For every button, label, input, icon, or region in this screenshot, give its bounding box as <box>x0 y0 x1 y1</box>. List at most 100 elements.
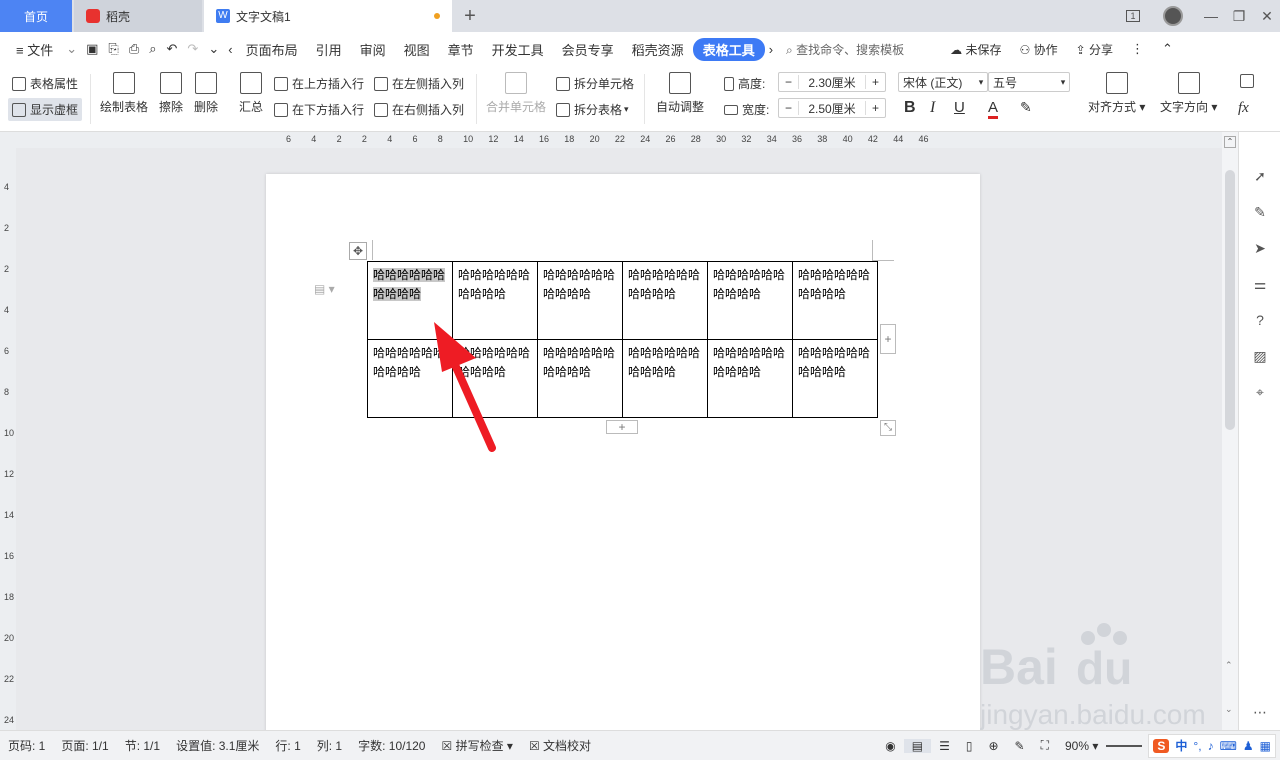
table-cell[interactable]: 哈哈哈哈哈哈哈哈哈哈 <box>622 261 708 340</box>
delete-button[interactable]: 删除 <box>194 72 218 115</box>
font-color-button[interactable]: A <box>988 99 999 119</box>
fit-page-icon[interactable]: ⛶ <box>1033 738 1057 753</box>
width-value[interactable]: 2.50厘米 <box>799 100 865 117</box>
unsaved-button[interactable]: ☁ 未保存 <box>941 41 1010 58</box>
vertical-ruler[interactable]: 4 2 2 4 6 8 10 12 14 16 18 20 22 24 <box>0 148 16 730</box>
width-increase-button[interactable]: + <box>865 101 885 115</box>
collapse-ribbon-icon[interactable]: ⌃ <box>1153 41 1182 57</box>
document-page[interactable]: ✥ ▤ ▾ 哈哈哈哈哈哈哈哈哈哈 哈哈哈哈哈哈哈哈哈哈 哈哈哈哈哈哈哈哈哈哈 哈哈哈哈… <box>266 174 980 730</box>
insert-col-left-button[interactable]: 在左侧插入列 <box>374 75 464 92</box>
text-direction-button[interactable]: 文字方向 ▾ <box>1160 72 1217 115</box>
location-icon[interactable]: ⌖ <box>1251 384 1269 402</box>
reading-view-icon[interactable]: ▯ <box>958 739 981 753</box>
avatar[interactable] <box>1158 0 1188 32</box>
scrollbar-thumb[interactable] <box>1225 170 1235 430</box>
image-icon[interactable]: ▨ <box>1251 348 1269 366</box>
menu-item-chapter[interactable]: 章节 <box>439 40 483 59</box>
menu-item-review[interactable]: 审阅 <box>351 40 395 59</box>
share-button[interactable]: ⇪ 分享 <box>1067 41 1122 58</box>
align-button[interactable]: 对齐方式 ▾ <box>1088 72 1145 115</box>
eye-protect-icon[interactable]: ◉ <box>877 739 903 753</box>
menu-item-references[interactable]: 引用 <box>307 40 351 59</box>
rocket-icon[interactable]: ➚ <box>1251 168 1269 186</box>
tab-home[interactable]: 首页 <box>0 0 72 32</box>
table-cell[interactable]: 哈哈哈哈哈哈哈哈哈哈 <box>707 261 793 340</box>
height-value[interactable]: 2.30厘米 <box>799 74 865 91</box>
italic-button[interactable]: I <box>930 99 935 117</box>
chevron-down-icon[interactable]: ⌄ <box>62 41 81 57</box>
search-command[interactable]: ⌕ 查找命令、搜索模板 <box>777 41 913 58</box>
undo-icon[interactable]: ↶ <box>162 41 183 57</box>
more-options-icon[interactable]: ⋮ <box>1122 41 1153 57</box>
bold-button[interactable]: B <box>904 99 916 117</box>
menu-item-developer[interactable]: 开发工具 <box>483 40 553 59</box>
document-canvas[interactable]: ✥ ▤ ▾ 哈哈哈哈哈哈哈哈哈哈 哈哈哈哈哈哈哈哈哈哈 哈哈哈哈哈哈哈哈哈哈 哈哈哈哈… <box>16 148 1222 730</box>
table-cell[interactable]: 哈哈哈哈哈哈哈哈哈哈 <box>367 339 453 418</box>
summary-button[interactable]: 汇总 <box>239 72 263 115</box>
insert-row-above-button[interactable]: 在上方插入行 <box>274 75 364 92</box>
scroll-right-icon[interactable]: › <box>765 42 777 57</box>
tab-document[interactable]: W 文字文稿1 <box>204 0 452 32</box>
height-stepper[interactable]: − 2.30厘米 + <box>778 72 886 92</box>
scroll-up-icon[interactable]: ⌃ <box>1224 136 1236 148</box>
split-table-button[interactable]: 拆分表格 ▾ <box>556 101 629 118</box>
restore-button[interactable]: ❐ <box>1224 0 1254 32</box>
preview-icon[interactable]: ⌕ <box>144 41 161 57</box>
paragraph-marker-icon[interactable]: ▤ ▾ <box>314 282 335 296</box>
doc-proof-button[interactable]: ☒ 文档校对 <box>521 737 599 754</box>
font-select[interactable]: 宋体 (正文) ▾ <box>898 72 988 92</box>
status-setting[interactable]: 设置值: 3.1厘米 <box>168 737 267 754</box>
merge-cells-button[interactable]: 合并单元格 <box>486 72 546 115</box>
ime-bar[interactable]: S 中 °, ♪ ⌨ ♟ ▦ <box>1148 733 1276 758</box>
height-decrease-button[interactable]: − <box>779 75 799 89</box>
add-column-button[interactable]: + <box>880 324 896 354</box>
auto-adjust-button[interactable]: 自动调整 <box>656 72 704 115</box>
status-col[interactable]: 列: 1 <box>309 737 350 754</box>
tab-daoke[interactable]: 稻壳 <box>74 0 202 32</box>
insert-row-below-button[interactable]: 在下方插入行 <box>274 101 364 118</box>
table-cell[interactable]: 哈哈哈哈哈哈哈哈哈哈 <box>622 339 708 418</box>
width-stepper[interactable]: − 2.50厘米 + <box>778 98 886 118</box>
more-options-icon[interactable]: ⋯ <box>1251 704 1269 722</box>
table-cell[interactable]: 哈哈哈哈哈哈哈哈哈哈 <box>792 261 878 340</box>
menu-item-view[interactable]: 视图 <box>395 40 439 59</box>
page-view-icon[interactable]: ▤ <box>903 738 932 753</box>
highlight-icon[interactable]: ✎ <box>1020 99 1032 116</box>
status-section[interactable]: 节: 1/1 <box>117 737 168 754</box>
menu-item-page-layout[interactable]: 页面布局 <box>237 40 307 59</box>
table-resize-handle-icon[interactable]: ⤡ <box>880 420 896 436</box>
help-icon[interactable]: ? <box>1251 312 1269 330</box>
outline-view-icon[interactable]: ☰ <box>931 739 958 753</box>
print-icon[interactable]: ⎙ <box>124 41 144 57</box>
insert-col-right-button[interactable]: 在右侧插入列 <box>374 101 464 118</box>
sliders-icon[interactable]: ⚌ <box>1251 276 1269 294</box>
scroll-next-page-icon[interactable]: ⌄ <box>1225 704 1233 715</box>
table-move-handle-icon[interactable]: ✥ <box>349 242 367 260</box>
more-icon[interactable]: ⌄ <box>203 41 224 57</box>
new-tab-button[interactable]: + <box>452 0 488 32</box>
redo-icon[interactable]: ↷ <box>182 41 203 57</box>
table-cell[interactable]: 哈哈哈哈哈哈哈哈哈哈 <box>452 339 538 418</box>
draw-table-button[interactable]: 绘制表格 <box>100 72 148 115</box>
underline-button[interactable]: U <box>954 99 965 116</box>
width-decrease-button[interactable]: − <box>779 101 799 115</box>
status-row[interactable]: 行: 1 <box>267 737 308 754</box>
add-row-button[interactable]: + <box>606 420 638 434</box>
web-view-icon[interactable]: ⊕ <box>980 739 1006 753</box>
zoom-level[interactable]: 90% ▾ <box>1057 739 1106 753</box>
erase-button[interactable]: 擦除 <box>159 72 183 115</box>
status-words[interactable]: 字数: 10/120 <box>350 737 433 754</box>
window-counter[interactable]: 1 <box>1118 0 1148 32</box>
menu-file[interactable]: ≡ 文件 <box>0 40 62 59</box>
height-increase-button[interactable]: + <box>865 75 885 89</box>
minimize-button[interactable]: — <box>1196 0 1226 32</box>
menu-item-daoke[interactable]: 稻壳资源 <box>623 40 693 59</box>
status-pages[interactable]: 页面: 1/1 <box>53 737 116 754</box>
vertical-scrollbar[interactable]: ⌃ ⌃ ⌄ <box>1222 132 1238 730</box>
table-cell[interactable]: 哈哈哈哈哈哈哈哈哈哈 <box>792 339 878 418</box>
cursor-icon[interactable]: ➤ <box>1251 240 1269 258</box>
table-cell[interactable]: 哈哈哈哈哈哈哈哈哈哈 <box>707 339 793 418</box>
scroll-prev-page-icon[interactable]: ⌃ <box>1225 660 1233 671</box>
scroll-left-icon[interactable]: ‹ <box>224 42 236 57</box>
close-button[interactable]: ✕ <box>1252 0 1280 32</box>
